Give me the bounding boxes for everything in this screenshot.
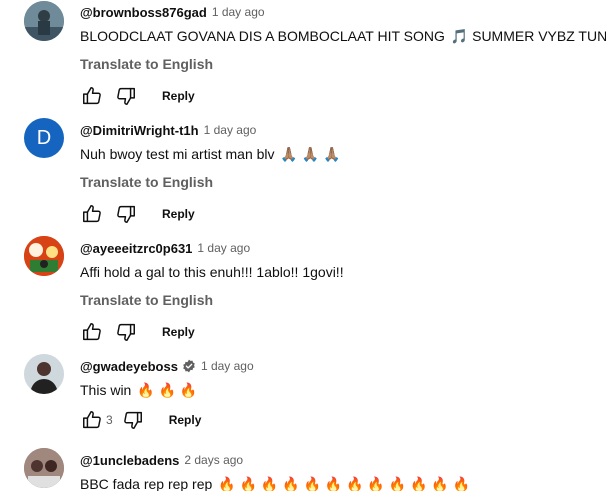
comment-text: BBC fada rep rep rep 🔥 🔥 🔥 🔥 🔥 🔥 🔥 🔥 🔥 🔥…: [80, 474, 606, 491]
avatar-ayeeeitzrc0p631[interactable]: [24, 236, 64, 276]
thumbs-up-icon[interactable]: [80, 320, 104, 344]
comment-text: This win 🔥 🔥 🔥: [80, 382, 198, 398]
thumbs-up-icon[interactable]: [80, 408, 104, 432]
like-count: 3: [106, 413, 113, 427]
reply-button[interactable]: Reply: [162, 207, 195, 221]
comment-timestamp[interactable]: 1 day ago: [212, 5, 265, 19]
comment-timestamp[interactable]: 1 day ago: [201, 359, 254, 373]
fire-emoji: 🔥 🔥 🔥 🔥 🔥 🔥 🔥 🔥 🔥 🔥 🔥 🔥: [218, 476, 471, 491]
avatar-image: [24, 354, 64, 394]
comment-timestamp[interactable]: 1 day ago: [204, 123, 257, 137]
comment-text: Affi hold a gal to this enuh!!! 1ablo!! …: [80, 264, 344, 280]
comment-timestamp[interactable]: 1 day ago: [197, 241, 250, 255]
comment-text: Nuh bwoy test mi artist man blv 🙏🏽 🙏🏽 🙏🏽: [80, 146, 341, 162]
avatar-1unclebadens[interactable]: [24, 448, 64, 488]
thumbs-up-icon[interactable]: [80, 84, 104, 108]
translate-link[interactable]: Translate to English: [80, 172, 606, 192]
praying-hands-emoji: 🙏🏽 🙏🏽 🙏🏽: [280, 146, 341, 162]
translate-link[interactable]: Translate to English: [80, 54, 606, 74]
avatar-image: [24, 448, 64, 488]
comment-author[interactable]: @1unclebadens: [80, 453, 179, 468]
thumbs-up-icon[interactable]: [80, 202, 104, 226]
thumbs-down-icon[interactable]: [114, 84, 138, 108]
avatar-brownboss876gad[interactable]: [24, 1, 64, 41]
reply-button[interactable]: Reply: [169, 413, 202, 427]
comment-author[interactable]: @gwadeyeboss: [80, 359, 178, 374]
avatar-DimitriWright-t1h[interactable]: D: [24, 118, 64, 158]
comment-timestamp[interactable]: 2 days ago: [184, 453, 243, 467]
comment-author[interactable]: @DimitriWright-t1h: [80, 123, 199, 138]
avatar-image: [24, 236, 64, 276]
comment-author[interactable]: @brownboss876gad: [80, 5, 207, 20]
reply-button[interactable]: Reply: [162, 325, 195, 339]
avatar-letter: D: [36, 126, 52, 149]
avatar-gwadeyeboss[interactable]: [24, 354, 64, 394]
verified-badge-icon: [182, 359, 196, 373]
comment-author[interactable]: @ayeeeitzrc0p631: [80, 241, 192, 256]
avatar-image: [24, 1, 64, 41]
thumbs-down-icon[interactable]: [121, 408, 145, 432]
translate-link[interactable]: Translate to English: [80, 290, 606, 310]
comment-text: BLOODCLAAT GOVANA DIS A BOMBOCLAAT HIT S…: [80, 28, 606, 44]
fire-emoji: 🔥 🔥 🔥: [137, 382, 198, 398]
reply-button[interactable]: Reply: [162, 89, 195, 103]
thumbs-down-icon[interactable]: [114, 202, 138, 226]
thumbs-down-icon[interactable]: [114, 320, 138, 344]
music-note-emoji: 🎵: [450, 28, 469, 44]
